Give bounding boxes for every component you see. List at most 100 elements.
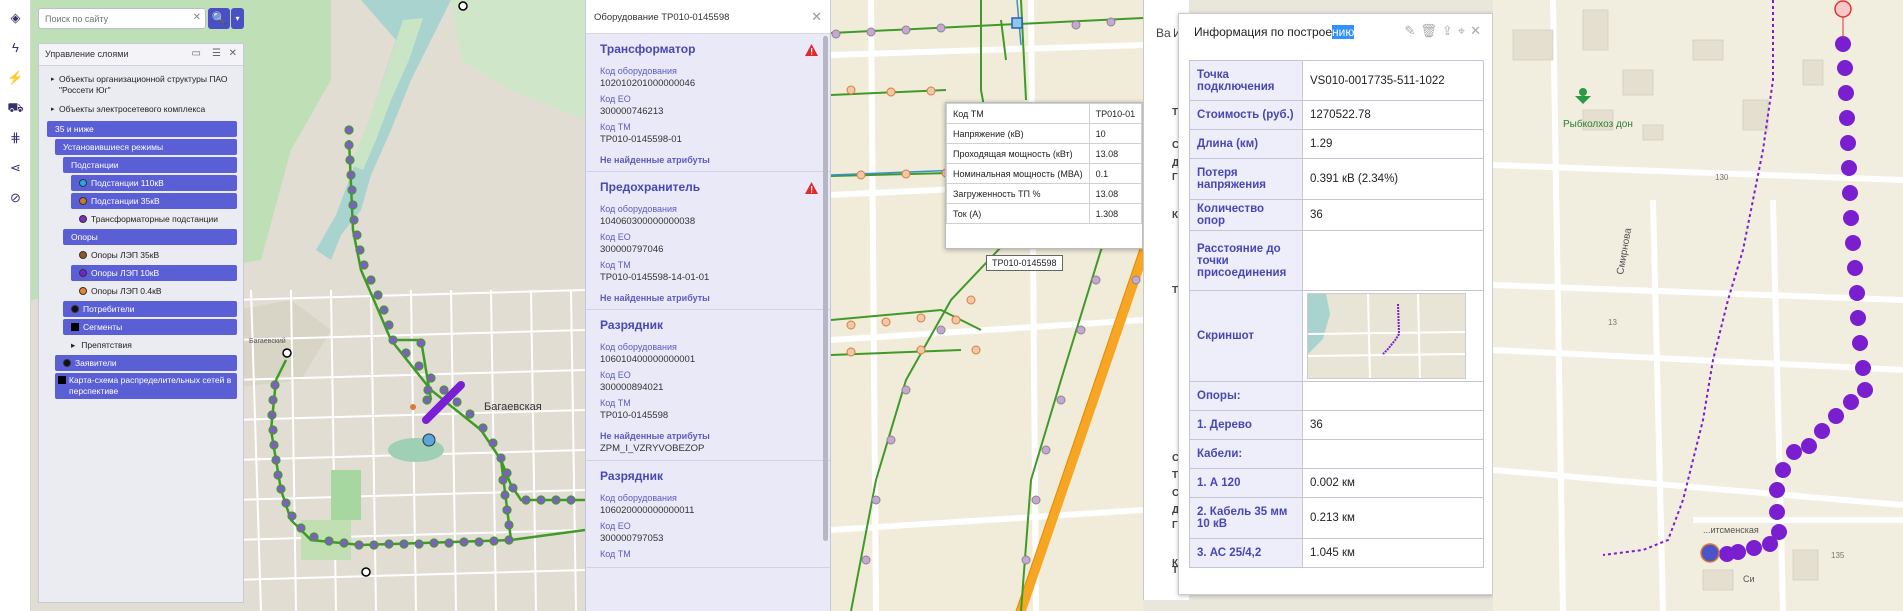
tab-va[interactable]: Ва: [1156, 26, 1171, 40]
table-row: Длина (км) 1.29: [1189, 129, 1484, 159]
info-key: Расстояние до точки присоединения: [1189, 230, 1303, 291]
field-value: 300000894021: [600, 382, 664, 393]
layers-panel: Управление слоями ▭ ☰ ✕ ▸ Объекты организ…: [38, 43, 244, 603]
delete-icon[interactable]: 🗑: [1420, 23, 1442, 38]
info-table: Точка подключения VS010-0017735-511-1022 С…: [1189, 60, 1484, 568]
layer-item[interactable]: 35 и ниже: [47, 121, 237, 137]
field-value: ТР010-0145598-14-01-01: [600, 272, 710, 283]
layer-item[interactable]: Опоры ЛЭП 10кВ: [71, 265, 237, 281]
equipment-section: Предохранитель Код оборудования 1040603000…: [586, 172, 830, 310]
map-right[interactable]: Рыбколхоз дон Смирнова ...итсменская 130…: [1493, 0, 1903, 611]
visibility-off-icon[interactable]: ⊘: [0, 183, 31, 213]
transformer-popup: Код ТМ ТР010-01 Напряжение (кВ) 10 Проходяща…: [945, 102, 1143, 249]
table-row: Загруженность ТП % 13.08: [946, 183, 1143, 204]
info-key: Стоимость (руб.): [1189, 100, 1303, 130]
field-label: Код ЕО: [600, 232, 631, 242]
map-scheme-icon: [58, 376, 66, 384]
table-row: Стоимость (руб.) 1270522.78: [1189, 100, 1484, 130]
layer-item[interactable]: Опоры: [63, 229, 237, 245]
layer-item[interactable]: Установившиеся режимы: [55, 139, 237, 155]
close-icon[interactable]: ✕: [229, 48, 237, 59]
info-value: 1.29: [1302, 129, 1484, 159]
share-icon[interactable]: ⋖: [0, 153, 31, 183]
table-row: 1. А 120 0.002 км: [1189, 468, 1484, 498]
layer-item[interactable]: ▸ Объекты электросетевого комплекса: [41, 100, 237, 119]
house-number: 130: [1715, 173, 1729, 182]
layer-item[interactable]: Опоры ЛЭП 0.4кВ: [41, 283, 237, 299]
transformer-popup-table: Код ТМ ТР010-01 Напряжение (кВ) 10 Проходяща…: [946, 103, 1143, 224]
equipment-panel-header: Оборудование ТР010-0145598 ✕: [586, 0, 830, 34]
missing-attributes-link[interactable]: Не найденные атрибуты: [600, 431, 820, 441]
clear-icon[interactable]: ✕: [193, 12, 201, 23]
equipment-section-title: Разрядник: [600, 469, 664, 483]
layer-item[interactable]: Потребители: [63, 301, 237, 317]
layer-item-label: Опоры ЛЭП 35кВ: [91, 250, 160, 260]
layer-color-icon: [63, 359, 71, 367]
search-input[interactable]: [39, 9, 179, 28]
field-label: Код ТМ: [600, 398, 631, 408]
layer-item-label: Объекты электросетевого комплекса: [59, 104, 206, 114]
layer-color-icon: [79, 251, 87, 259]
layer-item[interactable]: Заявители: [55, 355, 237, 371]
export-icon[interactable]: ⇪: [1442, 23, 1458, 38]
equipment-section-title: Трансформатор: [600, 42, 696, 56]
layer-item[interactable]: Трансформаторные подстанции 10кВ: [41, 211, 237, 240]
expand-arrow-icon[interactable]: ▸: [51, 104, 55, 115]
close-icon[interactable]: ✕: [1470, 23, 1486, 38]
layer-item[interactable]: Подстанции 35кВ: [71, 193, 237, 209]
layers-list: ▸ Объекты организационной структуры ПАО "…: [39, 66, 243, 399]
layer-item[interactable]: Сегменты: [63, 319, 237, 335]
info-value: [1302, 381, 1484, 411]
layer-item-label: Опоры ЛЭП 0.4кВ: [91, 286, 162, 296]
field-value: 300000797053: [600, 533, 664, 544]
construction-info-panel: Информация по построению ✎🗑⇪⌖✕ Точка под…: [1178, 13, 1493, 595]
power-plug-icon[interactable]: ⚡: [0, 63, 31, 93]
missing-attributes-link[interactable]: Не найденные атрибуты: [600, 293, 820, 303]
equipment-section: Трансформатор Код оборудования 10201020100…: [586, 34, 830, 172]
lightning-icon[interactable]: ϟ: [0, 33, 31, 63]
layer-item[interactable]: ▸ Препятствия: [41, 337, 237, 353]
popup-value: ТР010-01: [1088, 103, 1143, 124]
expand-arrow-icon[interactable]: ▸: [71, 340, 75, 350]
expand-arrow-icon[interactable]: ▸: [51, 74, 55, 85]
field-label: Код ТМ: [600, 260, 631, 270]
menu-icon[interactable]: ☰: [212, 48, 221, 59]
truck-icon[interactable]: ⛟: [0, 93, 31, 123]
layer-item[interactable]: Подстанции 110кВ: [71, 175, 237, 191]
scrollbar[interactable]: [823, 36, 828, 541]
table-row: Количество опор 36: [1189, 199, 1484, 231]
search-button[interactable]: 🔍: [208, 8, 230, 29]
layer-item[interactable]: ▸ Объекты организационной структуры ПАО "…: [41, 70, 237, 100]
layers-panel-title: Управление слоями: [45, 49, 129, 59]
info-key: Скриншот: [1189, 290, 1303, 382]
transformer-label[interactable]: ТР010-0145598: [986, 255, 1063, 271]
info-key: 1. Дерево: [1189, 410, 1303, 440]
layer-item-label: Установившиеся режимы: [63, 142, 164, 152]
layer-item[interactable]: Карта-схема распределительных сетей в пе…: [55, 373, 237, 399]
layer-color-icon: [79, 197, 87, 205]
edit-icon[interactable]: ✎: [1404, 23, 1420, 38]
table-row: Опоры:: [1189, 381, 1484, 411]
folder-icon[interactable]: ▭: [192, 48, 201, 59]
layer-item[interactable]: Подстанции: [63, 157, 237, 173]
table-row: Расстояние до точки присоединения: [1189, 230, 1484, 291]
layer-color-icon: [79, 179, 87, 187]
screenshot-thumbnail[interactable]: [1307, 293, 1466, 379]
field-value: 300000797046: [600, 244, 664, 255]
missing-attributes-link[interactable]: Не найденные атрибуты: [600, 155, 820, 165]
equipment-section-title: Разрядник: [600, 318, 664, 332]
map-middle[interactable]: [831, 0, 1143, 611]
field-label: Код оборудования: [600, 493, 677, 503]
layers-icon[interactable]: ◈: [0, 3, 31, 33]
info-value: VS010-0017735-511-1022: [1302, 60, 1484, 101]
location-icon[interactable]: ⌖: [1458, 23, 1470, 38]
search-dropdown-button[interactable]: ▾: [231, 8, 244, 29]
table-row: Проходящая мощность (кВт) 13.08: [946, 143, 1143, 164]
close-icon[interactable]: ✕: [811, 9, 822, 25]
layer-item[interactable]: Опоры ЛЭП 35кВ: [41, 247, 237, 263]
info-title-selection: нию: [1332, 25, 1355, 39]
info-value: [1302, 439, 1484, 469]
info-value: [1302, 230, 1484, 291]
network-icon[interactable]: ⋕: [0, 123, 31, 153]
screenshot-thumbnail-graphic: [1308, 294, 1465, 378]
